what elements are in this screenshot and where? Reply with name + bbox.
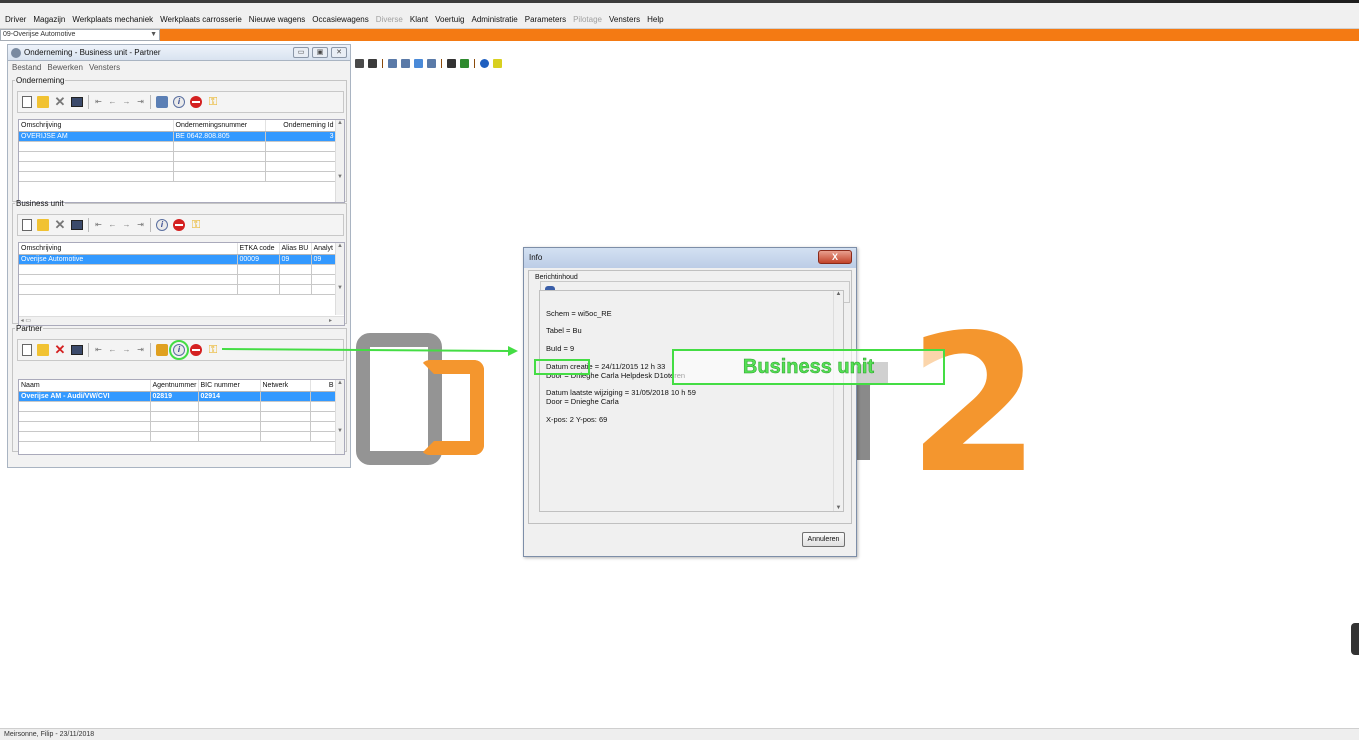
status-text: Meirsonne, Filip - 23/11/2018: [4, 731, 95, 738]
annotation-arrow-line: [221, 348, 513, 352]
info-line: Tabel = Bu: [546, 326, 582, 335]
info-line: Schem = wi5oc_RE: [546, 309, 612, 318]
status-bar: Meirsonne, Filip - 23/11/2018: [0, 728, 1359, 740]
cancel-button[interactable]: Annuleren: [802, 532, 845, 547]
dialog-titlebar[interactable]: Info X: [524, 248, 856, 268]
info-line: Door = Dnieghe Carla: [546, 397, 619, 406]
info-line: X-pos: 2 Y-pos: 69: [546, 415, 608, 424]
info-line: Datum laatste wijziging = 31/05/2018 10 …: [546, 388, 696, 397]
close-button[interactable]: X: [818, 250, 852, 264]
callout-label: Business unit: [672, 349, 945, 385]
buid-highlight: [534, 359, 590, 375]
dialog-title: Info: [529, 253, 543, 262]
vertical-scrollbar[interactable]: ▲ ▼: [833, 291, 843, 511]
annotation-arrowhead: [508, 346, 518, 356]
message-group-label: Berichtinhoud: [534, 274, 579, 281]
info-dialog: Info X Berichtinhoud Schem = wi5oc_RE Ta…: [523, 247, 857, 557]
message-text: Schem = wi5oc_RE Tabel = Bu BuId = 9 Dat…: [539, 290, 844, 512]
info-line-buid: BuId = 9: [546, 344, 575, 353]
